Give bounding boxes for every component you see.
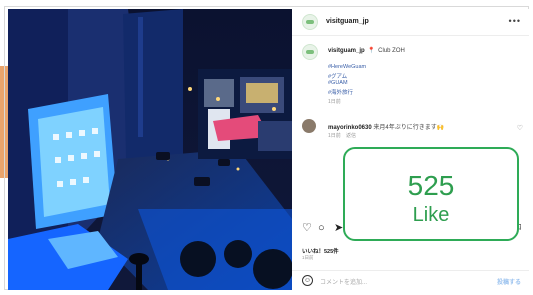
emoji-icon[interactable]: ☺ xyxy=(302,275,313,286)
night-street-photo xyxy=(8,9,292,290)
comment-username[interactable]: mayorinko0630 xyxy=(328,125,372,131)
comment-input[interactable]: コメントを追加... xyxy=(320,277,367,286)
share-icon[interactable]: ➤ xyxy=(334,222,343,234)
comment-reply[interactable]: 返信 xyxy=(346,132,356,139)
post-media[interactable] xyxy=(8,9,292,290)
caption-location[interactable]: Club ZOH xyxy=(378,48,405,54)
commenter-avatar[interactable] xyxy=(302,119,316,133)
callout-like-label: Like xyxy=(412,204,450,226)
heart-icon[interactable]: ♡ xyxy=(302,222,312,234)
account-avatar[interactable] xyxy=(302,14,318,30)
post-date: 1日前 xyxy=(302,255,314,260)
caption-line: visitguam_jp 📍 Club ZOH xyxy=(328,47,405,54)
screenshot-frame: visitguam_jp ••• visitguam_jp 📍 Club ZOH #… xyxy=(0,0,533,295)
comment-like-heart-icon[interactable]: ♡ xyxy=(517,124,523,132)
caption-username[interactable]: visitguam_jp xyxy=(328,48,365,54)
hashtag[interactable]: #海外旅行 xyxy=(328,88,353,96)
caption-avatar[interactable] xyxy=(302,44,318,60)
comment-icon[interactable]: ○ xyxy=(318,222,325,234)
post-header: visitguam_jp ••• xyxy=(292,9,529,36)
post-comment-button[interactable]: 投稿する xyxy=(497,277,521,286)
comment-text: 来月4年ぶりに行きます🙌 xyxy=(373,125,445,131)
callout-like-count: 525 xyxy=(407,170,455,201)
comment-line: mayorinko0630 来月4年ぶりに行きます🙌 xyxy=(328,122,444,131)
location-pin-icon: 📍 xyxy=(367,48,376,54)
header-username[interactable]: visitguam_jp xyxy=(326,18,369,25)
hashtag[interactable]: #HereWeGuam xyxy=(328,64,366,70)
more-icon[interactable]: ••• xyxy=(509,16,521,26)
comment-bar: ☺ コメントを追加... 投稿する xyxy=(292,270,529,291)
hashtag[interactable]: #GUAM xyxy=(328,80,348,86)
likes-count-text[interactable]: いいね！525件 xyxy=(302,247,339,255)
comment-time: 1日前 xyxy=(328,133,341,139)
hashtag[interactable]: #グアム xyxy=(328,72,347,80)
caption-time: 1日前 xyxy=(328,99,341,105)
like-count-callout: 525 Like xyxy=(343,147,519,241)
